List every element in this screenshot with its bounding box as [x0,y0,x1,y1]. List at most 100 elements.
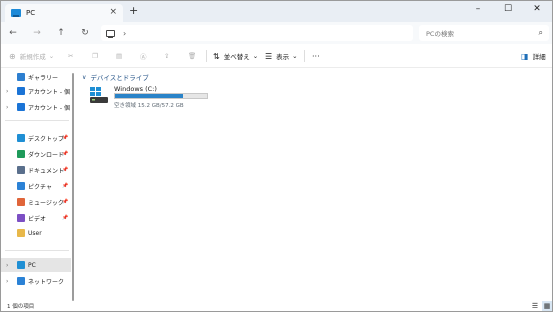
expand-chevron-icon[interactable]: › [6,104,8,111]
sort-icon: ⇅ [213,51,220,61]
content-area: ∨ デバイスとドライブ Windows (C:) 空き領域 15.2 GB/57… [79,68,552,301]
sidebar-scrollbar[interactable] [72,73,74,301]
sidebar-item-icon [17,103,25,111]
search-input[interactable]: PCの検索 ⌕ [419,25,549,41]
tab-pc[interactable]: PC × [5,4,123,22]
navigation-pane: ギャラリー › アカウント - 個人用 › アカウント - 個人用デスクトップ📌 ダウンロ… [1,68,75,301]
copy-icon[interactable]: ❐ [92,50,98,62]
sidebar-item[interactable]: ピクチャ 📌 [1,179,71,193]
expand-chevron-icon[interactable]: › [6,278,8,285]
sort-button[interactable]: ⇅ 並べ替え ⌄ [213,50,258,62]
details-view-icon[interactable]: ☰ [530,301,540,311]
sidebar-divider [5,120,69,121]
file-explorer-window: PC × + – ☐ ✕ ← → ↑ ↻ › PCの検索 ⌕ ⊕ 新規作成 ⌄ … [0,0,553,312]
sidebar-item-icon [17,214,25,222]
sidebar-item-label: PC [28,261,36,269]
close-window-button[interactable]: ✕ [522,1,552,17]
up-button[interactable]: ↑ [53,25,69,41]
rename-icon[interactable]: Ⓐ [140,50,147,62]
windows-drive-icon [90,87,108,103]
paste-icon[interactable]: ▤ [116,50,122,62]
sidebar-item-label: アカウント - 個人用 [28,104,70,112]
sidebar-item-label: ギャラリー [28,74,59,82]
sidebar-item[interactable]: ビデオ 📌 [1,211,71,225]
tiles-view-icon[interactable]: ▦ [542,301,552,311]
group-header-devices[interactable]: ∨ デバイスとドライブ [82,72,149,83]
search-placeholder: PCの検索 [426,30,454,38]
search-icon: ⌕ [538,28,543,37]
new-button-label: 新規作成 [19,53,46,61]
details-pane-button[interactable]: ◨ 詳細 [521,50,546,62]
sidebar-item-icon [17,229,25,237]
sidebar-item-icon [17,261,25,269]
sidebar-item-icon [17,198,25,206]
item-count: 1 個の項目 [7,304,35,310]
new-tab-button[interactable]: + [129,4,138,17]
sidebar-item-icon [17,87,25,95]
drive-usage-fill [115,94,183,98]
navigation-bar: ← → ↑ ↻ › PCの検索 ⌕ [1,22,552,44]
pin-icon: 📌 [62,167,69,173]
address-bar[interactable]: › [101,25,413,41]
minimize-button[interactable]: – [463,1,493,17]
sidebar-item-label: User [28,229,42,237]
sidebar-item-icon [17,134,25,142]
drive-usage-bar [114,93,208,99]
command-separator [206,50,207,62]
sidebar-item[interactable]: ダウンロード 📌 [1,147,71,161]
status-bar: 1 個の項目 ☰ ▦ [1,301,552,311]
pc-folder-icon [11,9,21,17]
expand-chevron-icon[interactable]: › [6,262,8,269]
expand-chevron-icon[interactable]: › [6,88,8,95]
drive-item-c[interactable]: Windows (C:) 空き領域 15.2 GB/57.2 GB [88,85,218,109]
forward-button[interactable]: → [29,25,45,41]
drive-free-space: 空き領域 15.2 GB/57.2 GB [114,103,184,109]
sidebar-item[interactable]: › PC [1,258,71,272]
tab-title: PC [26,9,36,17]
pin-icon: 📌 [62,135,69,141]
view-chevron-down-icon: ⌄ [292,52,298,60]
sidebar-divider [5,250,69,251]
delete-icon[interactable]: 🗑 [188,50,196,62]
view-icon: ☰ [265,51,273,61]
breadcrumb-chevron-icon[interactable]: › [123,29,126,38]
sidebar-item[interactable]: ドキュメント 📌 [1,163,71,177]
title-bar: PC × + – ☐ ✕ [1,1,552,22]
sidebar-item-icon [17,166,25,174]
refresh-button[interactable]: ↻ [77,25,93,41]
pin-icon: 📌 [62,151,69,157]
pin-icon: 📌 [62,199,69,205]
sort-button-label: 並べ替え [223,53,250,61]
details-button-label: 詳細 [532,53,546,61]
sidebar-item[interactable]: ミュージック 📌 [1,195,71,209]
sidebar-item[interactable]: › ネットワーク [1,274,71,288]
sort-chevron-down-icon: ⌄ [252,52,259,60]
details-pane-icon: ◨ [521,51,529,61]
sidebar-item[interactable]: ギャラリー [1,70,71,84]
maximize-button[interactable]: ☐ [493,1,523,17]
sidebar-item-icon [17,150,25,158]
new-button[interactable]: ⊕ 新規作成 ⌄ [9,50,54,62]
new-chevron-down-icon: ⌄ [48,52,55,60]
new-plus-icon: ⊕ [9,51,16,61]
sidebar-item[interactable]: デスクトップ 📌 [1,131,71,145]
sidebar-item[interactable]: › アカウント - 個人用 [1,100,71,114]
cut-icon[interactable]: ✂ [68,50,73,62]
sidebar-item-icon [17,182,25,190]
drive-name: Windows (C:) [114,85,157,93]
sidebar-item-label: ネットワーク [28,278,65,286]
more-options-button[interactable]: ··· [312,50,320,62]
sidebar-item-icon [17,277,25,285]
sidebar-item-icon [17,73,25,81]
sidebar-item[interactable]: User [1,226,71,240]
share-icon[interactable]: ⇪ [164,50,169,62]
back-button[interactable]: ← [5,25,21,41]
sidebar-item[interactable]: › アカウント - 個人用 [1,84,71,98]
command-bar: ⊕ 新規作成 ⌄ ✂ ❐ ▤ Ⓐ ⇪ 🗑 ⇅ 並べ替え ⌄ ☰ 表示 ⌄ ···… [1,44,552,68]
group-title: デバイスとドライブ [90,74,149,82]
tab-close-icon[interactable]: × [109,7,117,17]
pin-icon: 📌 [62,183,69,189]
sidebar-item-label: アカウント - 個人用 [28,88,70,96]
view-button[interactable]: ☰ 表示 ⌄ [265,50,298,62]
pin-icon: 📌 [62,215,69,221]
